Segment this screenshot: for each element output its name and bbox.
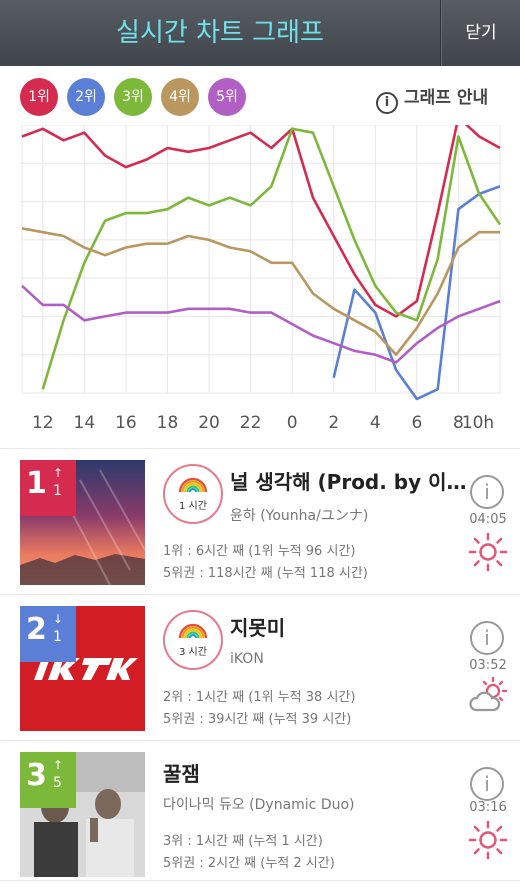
rank-badge: 1 ↑ 1 <box>20 460 76 516</box>
chart-x-tick-label: 6 <box>411 413 422 433</box>
song-title[interactable]: 꿀잼 <box>163 758 403 787</box>
divider <box>0 448 520 449</box>
song-title[interactable]: 지못미 <box>230 612 470 641</box>
chart-x-tick-label: 14 <box>74 413 96 433</box>
divider <box>0 880 520 881</box>
song-artist[interactable]: 다이나믹 듀오 (Dynamic Duo) <box>163 794 355 814</box>
song-row-2[interactable]: 2 ↓ 1 3 시간 지못미 iKON 2위 : 1시간 째 (1위 누적 38… <box>0 596 520 741</box>
top5-stat-line: 5위권 : 39시간 째 (누적 39 시간) <box>163 712 352 727</box>
hours-badge: 3 시간 <box>163 610 223 670</box>
legend-rank-5-chip[interactable]: 5위 <box>208 78 246 116</box>
chart-x-tick-label: 12 <box>32 413 54 433</box>
legend-rank-3-chip[interactable]: 3위 <box>114 78 152 116</box>
rank-number: 1 <box>26 466 47 501</box>
chart-series-3-line <box>41 127 502 390</box>
sun-icon <box>468 820 508 860</box>
song-title[interactable]: 널 생각해 (Prod. by 이… <box>230 466 470 495</box>
rank-number: 3 <box>26 758 47 793</box>
song-info-icon[interactable]: i <box>470 767 504 801</box>
rank-badge: 2 ↓ 1 <box>20 606 76 662</box>
chart-x-tick-label: 16 <box>115 413 137 433</box>
divider <box>0 594 520 595</box>
song-info-icon[interactable]: i <box>470 621 504 655</box>
rank-badge: 3 ↑ 5 <box>20 752 76 808</box>
rank-stat-line: 1위 : 6시간 째 (1위 누적 96 시간) <box>163 544 356 559</box>
hours-badge: 1 시간 <box>163 464 223 524</box>
chart-series-5-line <box>21 284 501 364</box>
rank-change: 1 <box>53 629 62 645</box>
rank-change: 5 <box>53 775 62 791</box>
chart-x-tick-label: 18 <box>157 413 179 433</box>
rainbow-icon <box>178 477 208 492</box>
legend-rank-2-chip[interactable]: 2위 <box>67 78 105 116</box>
hours-label: 1 시간 <box>179 501 207 512</box>
info-icon: i <box>376 92 398 114</box>
rank-number: 2 <box>26 612 47 647</box>
graph-guide-label: 그래프 안내 <box>404 88 489 108</box>
song-duration: 04:05 <box>469 512 507 527</box>
rank-stat-line: 3위 : 1시간 째 (누적 1 시간) <box>163 834 323 849</box>
graph-guide-button[interactable]: i 그래프 안내 <box>376 86 489 114</box>
chart-x-tick-label: 10h <box>462 413 494 433</box>
arrow-up-icon: ↑ <box>53 466 64 480</box>
hours-label: 3 시간 <box>179 647 207 658</box>
divider <box>0 740 520 741</box>
header-divider <box>440 0 441 66</box>
arrow-down-icon: ↓ <box>53 612 64 626</box>
header-bar: 실시간 차트 그래프 닫기 <box>0 0 520 66</box>
arrow-up-icon: ↑ <box>53 758 64 772</box>
top5-stat-line: 5위권 : 2시간 째 (누적 2 시간) <box>163 856 335 871</box>
legend-rank-1-chip[interactable]: 1위 <box>20 78 58 116</box>
sun-icon <box>468 532 508 572</box>
song-row-3[interactable]: 3 ↑ 5 꿀잼 다이나믹 듀오 (Dynamic Duo) 3위 : 1시간 … <box>0 742 520 887</box>
song-artist[interactable]: 윤하 (Younha/ユンナ) <box>230 505 368 525</box>
rainbow-icon <box>178 623 208 638</box>
chart-x-tick-label: 2 <box>328 413 339 433</box>
chart-x-tick-label: 22 <box>240 413 262 433</box>
chart-x-tick-label: 20 <box>198 413 220 433</box>
legend-rank-4-chip[interactable]: 4위 <box>161 78 199 116</box>
song-info-icon[interactable]: i <box>470 475 504 509</box>
page-title: 실시간 차트 그래프 <box>116 18 324 48</box>
rank-change: 1 <box>53 483 62 499</box>
chart-x-tick-label: 4 <box>370 413 381 433</box>
top5-stat-line: 5위권 : 118시간 째 (누적 118 시간) <box>163 566 368 581</box>
song-duration: 03:16 <box>469 800 507 815</box>
chart-x-tick-label: 0 <box>287 413 298 433</box>
realtime-rank-chart: 12 14 16 18 20 22 0 2 4 6 810h <box>21 125 502 433</box>
song-duration: 03:52 <box>469 658 507 673</box>
rank-stat-line: 2위 : 1시간 째 (1위 누적 38 시간) <box>163 690 356 705</box>
song-row-1[interactable]: 1 ↑ 1 1 시간 널 생각해 (Prod. by 이… 윤하 (Younha… <box>0 450 520 595</box>
song-artist[interactable]: iKON <box>230 651 264 667</box>
partly-cloudy-icon <box>469 676 508 712</box>
close-button[interactable]: 닫기 <box>442 0 520 66</box>
